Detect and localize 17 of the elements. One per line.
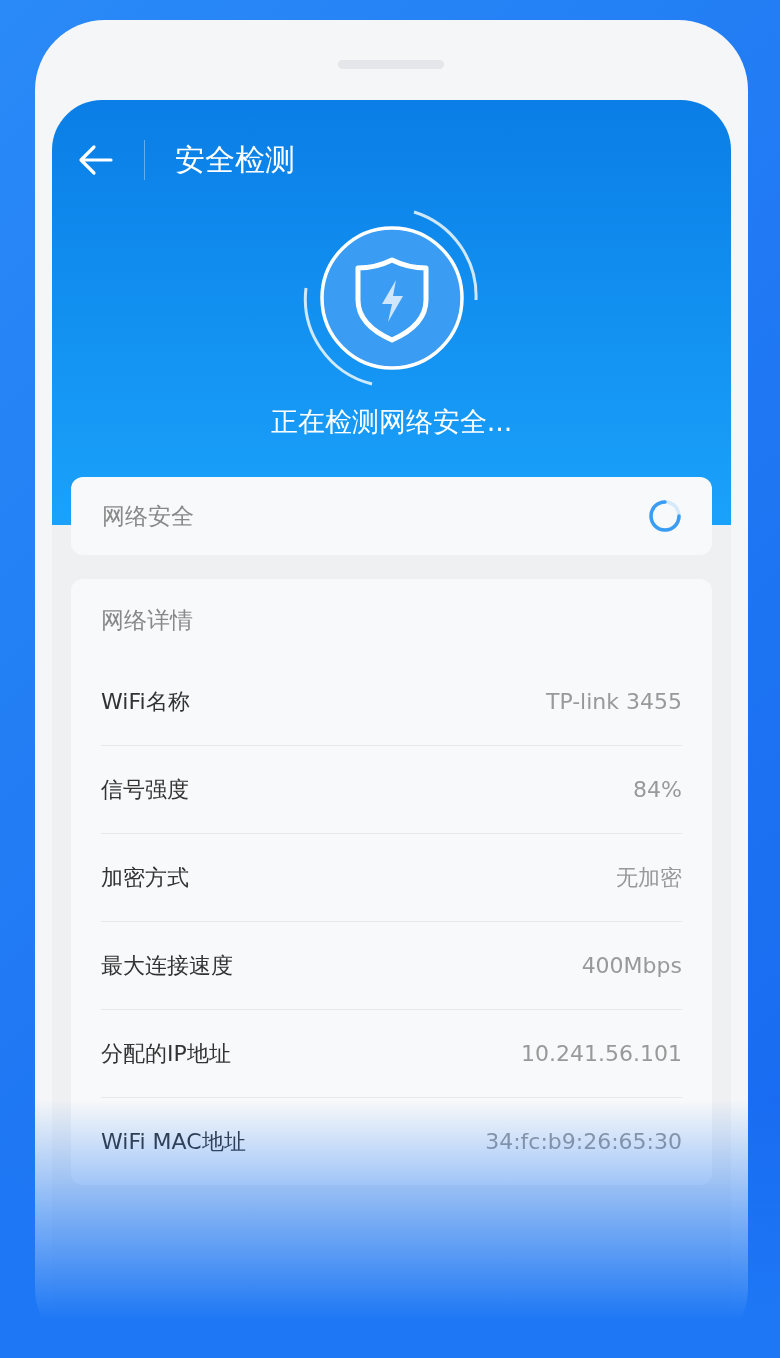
detail-label: WiFi名称: [101, 687, 190, 716]
detail-value: 无加密: [616, 863, 682, 892]
back-arrow-icon[interactable]: [78, 142, 114, 178]
detail-label: 信号强度: [101, 775, 189, 804]
details-title: 网络详情: [101, 606, 194, 635]
detail-value: 400Mbps: [581, 953, 682, 978]
detail-value: 34:fc:b9:26:65:30: [485, 1129, 682, 1154]
page-title: 安全检测: [175, 140, 295, 179]
detail-label: 分配的IP地址: [101, 1039, 231, 1068]
detail-value: 10.241.56.101: [521, 1041, 682, 1066]
detail-label: 最大连接速度: [101, 951, 233, 980]
security-label: 网络安全: [102, 501, 194, 531]
detail-value: TP-link 3455: [545, 689, 682, 714]
detail-label: WiFi MAC地址: [101, 1127, 246, 1156]
scan-status-text: 正在检测网络安全...: [270, 405, 513, 439]
detail-value: 84%: [633, 777, 682, 802]
detail-label: 加密方式: [101, 863, 189, 892]
